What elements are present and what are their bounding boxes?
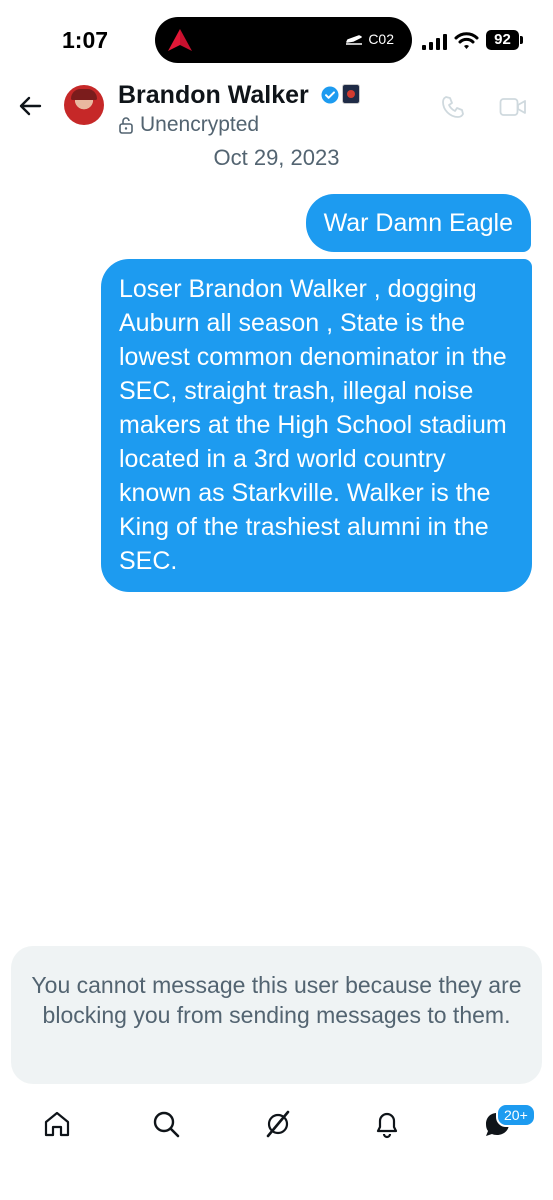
- bell-icon[interactable]: [372, 1109, 402, 1139]
- delta-logo-icon: [168, 29, 192, 51]
- conversation-date: Oct 29, 2023: [213, 145, 340, 170]
- grok-icon[interactable]: [263, 1109, 293, 1139]
- affiliate-badge: [342, 84, 360, 104]
- encryption-label: Unencrypted: [140, 113, 260, 136]
- blocked-notice: You cannot message this user because the…: [11, 946, 542, 1084]
- bottom-nav: 20+: [0, 1095, 553, 1200]
- status-time: 1:07: [62, 27, 109, 53]
- messages-badge: 20+: [496, 1103, 536, 1127]
- home-icon[interactable]: [42, 1109, 72, 1139]
- contact-name[interactable]: Brandon Walker: [118, 81, 309, 110]
- status-bar: 1:07 C02 92: [0, 0, 553, 80]
- lock-icon: [119, 117, 133, 134]
- conversation-header: Brandon Walker Unencrypted: [0, 80, 553, 140]
- verified-icon: [321, 86, 339, 104]
- signal-icon: [422, 34, 447, 50]
- wifi-icon: [454, 32, 479, 49]
- video-icon[interactable]: [499, 96, 527, 118]
- avatar[interactable]: [64, 85, 104, 125]
- search-icon[interactable]: [151, 1109, 181, 1139]
- flight-code: C02: [368, 31, 394, 47]
- phone-icon[interactable]: [440, 94, 466, 120]
- back-arrow-icon[interactable]: [16, 92, 44, 120]
- encryption-status: Unencrypted: [118, 113, 259, 137]
- flight-status: C02: [345, 31, 394, 47]
- sent-message[interactable]: War Damn Eagle: [305, 194, 531, 252]
- dynamic-island: C02: [155, 17, 412, 63]
- sent-message[interactable]: Loser Brandon Walker , dogging Auburn al…: [101, 259, 532, 592]
- battery-indicator: 92: [486, 30, 523, 50]
- airplane-icon: [346, 35, 363, 45]
